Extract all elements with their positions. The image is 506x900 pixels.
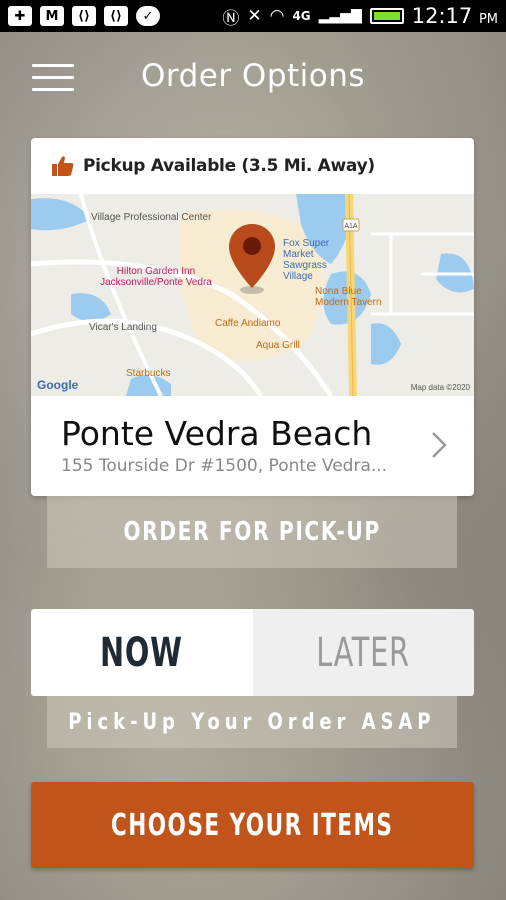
- now-tab[interactable]: NOW: [31, 609, 253, 696]
- asap-label: Pick-Up Your Order ASAP: [68, 709, 436, 735]
- availability-row: Pickup Available (3.5 Mi. Away): [31, 138, 474, 194]
- clock-ampm: PM: [478, 12, 498, 27]
- clock: 12:17 PM: [412, 4, 498, 28]
- mute-icon: ✕: [247, 6, 262, 26]
- location-address: 155 Tourside Dr #1500, Ponte Vedra...: [61, 456, 388, 476]
- map-label-fox: Fox Super Market Sawgrass Village: [283, 238, 330, 282]
- order-for-pickup-label: ORDER FOR PICK-UP: [123, 517, 381, 547]
- map-label-aqua: Aqua Grill: [256, 340, 300, 351]
- thumbs-up-icon: [52, 156, 74, 176]
- order-for-pickup-button[interactable]: ORDER FOR PICK-UP: [47, 496, 457, 568]
- lte-icon: 4G: [292, 9, 311, 23]
- now-label: NOW: [100, 629, 184, 676]
- timing-subtitle: Pick-Up Your Order ASAP: [47, 696, 457, 748]
- gmail-icon: M: [40, 6, 64, 26]
- map-attribution: Map data ©2020: [410, 383, 470, 392]
- later-tab[interactable]: LATER: [252, 609, 474, 696]
- messenger-icon: ✓: [136, 6, 160, 26]
- nfc-icon: Ⓝ: [222, 8, 240, 29]
- clock-time: 12:17: [411, 4, 473, 28]
- page-title: Order Options: [140, 58, 366, 94]
- map-label-nona: Nona Blue Modern Tavern: [315, 286, 382, 308]
- location-details[interactable]: Ponte Vedra Beach 155 Tourside Dr #1500,…: [31, 396, 474, 496]
- timing-toggle: NOW LATER: [31, 609, 474, 696]
- header: Order Options: [0, 32, 506, 124]
- map-label-caffe: Caffe Andiamo: [215, 318, 281, 329]
- choose-items-label: CHOOSE YOUR ITEMS: [111, 807, 394, 843]
- battery-icon: [369, 8, 404, 24]
- location-map[interactable]: A1A Village Professional Center Hilton G…: [31, 194, 474, 396]
- status-bar: ✚ M ⟨⟩ ⟨⟩ ✓ Ⓝ ✕ ◠ 4G ▂▃▅▇ 12:17 PM: [0, 0, 506, 32]
- location-name: Ponte Vedra Beach: [61, 414, 373, 453]
- signal-icon: ▂▃▅▇: [318, 8, 362, 24]
- later-label: LATER: [316, 629, 411, 676]
- availability-text: Pickup Available (3.5 Mi. Away): [83, 156, 375, 176]
- code-icon: ⟨⟩: [104, 6, 128, 26]
- map-pin-icon: [229, 224, 275, 294]
- map-label-village-text: Village Professional Center: [91, 212, 212, 223]
- choose-items-button[interactable]: CHOOSE YOUR ITEMS: [31, 782, 474, 868]
- svg-text:A1A: A1A: [344, 223, 358, 230]
- code-icon: ⟨⟩: [72, 6, 96, 26]
- map-label-starbucks: Starbucks: [126, 368, 171, 379]
- chevron-right-icon[interactable]: [430, 430, 448, 460]
- map-label-vicars: Vicar's Landing: [89, 322, 157, 333]
- google-logo: Google: [37, 378, 79, 392]
- wifi-icon: ◠: [269, 6, 285, 26]
- location-card: Pickup Available (3.5 Mi. Away) A1A Vill…: [31, 138, 474, 496]
- map-label-hilton: Hilton Garden Inn Jacksonville/Ponte Ved…: [100, 266, 212, 288]
- plus-icon: ✚: [8, 6, 32, 26]
- map-label-village: Village Professional Center: [91, 212, 211, 223]
